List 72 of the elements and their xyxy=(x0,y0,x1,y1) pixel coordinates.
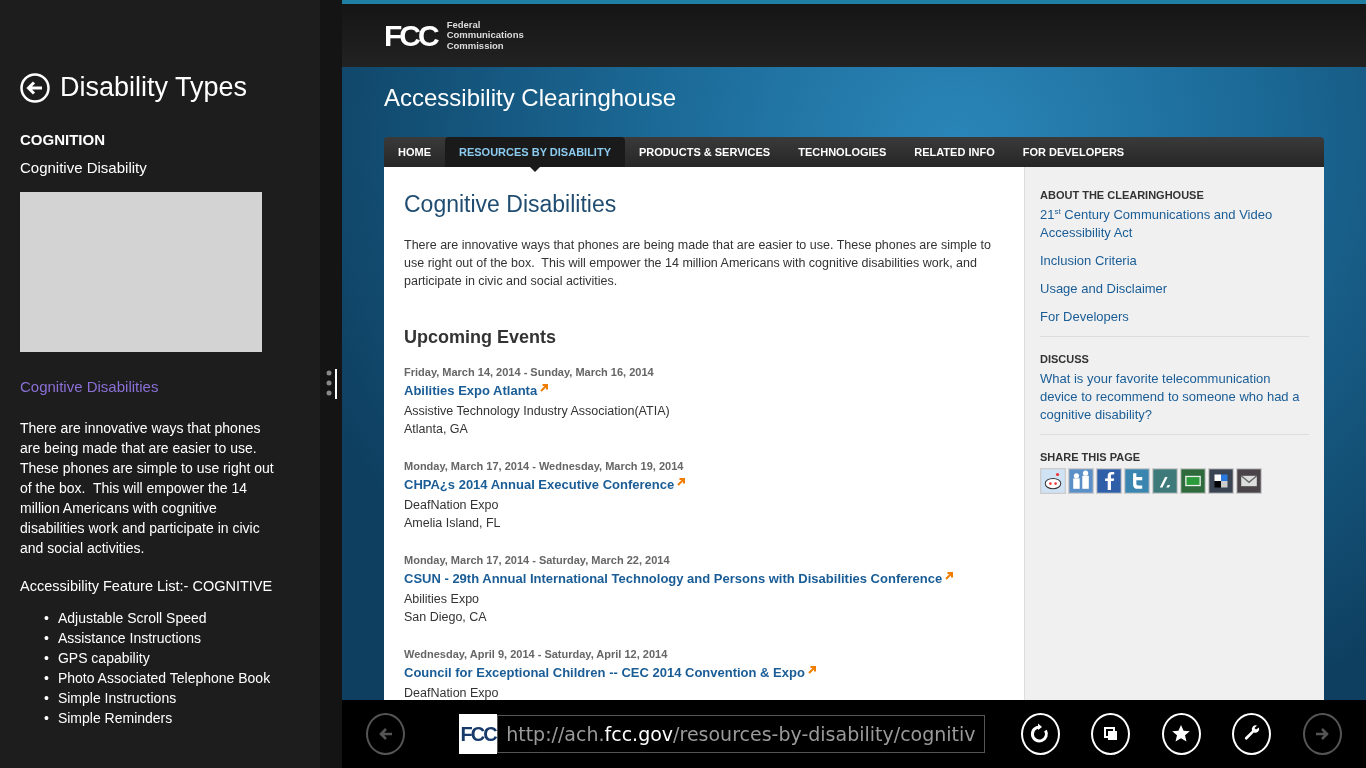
site-logo[interactable]: FCC xyxy=(384,18,437,53)
tools-button[interactable] xyxy=(1232,713,1272,755)
refresh-button[interactable] xyxy=(1020,713,1060,755)
bullet: • xyxy=(44,689,49,708)
event-date: Wednesday, April 9, 2014 - Saturday, April 12, 2014 xyxy=(404,647,669,662)
site-favicon: FCC xyxy=(459,714,498,754)
page-title: Disability Types xyxy=(60,72,248,103)
sidebar-link[interactable]: For Developers xyxy=(1040,308,1309,326)
squares-icon[interactable] xyxy=(1208,468,1234,494)
disability-link[interactable]: Cognitive Disabilities xyxy=(20,378,320,395)
event-link[interactable]: Council for Exceptional Children -- CEC 2014 Convention & Expo xyxy=(404,662,805,684)
feature-item: Photo Associated Telephone Book xyxy=(57,669,271,688)
agency-name: Federal xyxy=(446,19,482,31)
event-location: Amelia Island, FL xyxy=(404,515,502,532)
sidebar-link[interactable]: Inclusion Criteria xyxy=(1040,252,1309,270)
feature-item: Assistance Instructions xyxy=(57,629,202,648)
external-link-icon xyxy=(677,478,686,486)
bullet: • xyxy=(44,629,49,648)
bullet: • xyxy=(44,649,49,668)
feature-item: GPS capability xyxy=(57,649,150,668)
address-field[interactable]: http://ach.fcc.gov/resources-by-disability/cognitiv xyxy=(497,715,985,753)
bullet: • xyxy=(44,709,49,728)
pin-button[interactable] xyxy=(1161,713,1201,755)
feature-item: Simple Reminders xyxy=(57,709,173,728)
facebook-icon[interactable] xyxy=(1096,468,1122,494)
event-location: Atlanta, GA xyxy=(404,421,469,438)
page-heading: Cognitive Disabilities xyxy=(404,191,618,218)
sidebar-link[interactable]: Usage and Disclaimer xyxy=(1040,280,1309,298)
event-date: Monday, March 17, 2014 - Saturday, March 22, 2014 xyxy=(404,553,671,568)
event-organizer: DeafNation Expo xyxy=(404,685,500,700)
agency-name: Communications xyxy=(446,30,524,41)
nav-tab[interactable]: FOR DEVELOPERS xyxy=(1008,137,1139,167)
feature-list-heading: Accessibility Feature List:- COGNITIVE xyxy=(20,578,274,594)
category-heading: COGNITION xyxy=(20,131,106,148)
external-link-icon xyxy=(540,384,549,392)
tab-pointer-icon xyxy=(530,167,540,172)
feature-item: Adjustable Scroll Speed xyxy=(57,609,207,628)
intro-text: There are innovative ways that phones are being made that are easier to use. These phones are simple to use right out of the box. This will empower the 14 million Americans with cognitive disabilities work, and participate in civic and social activities. xyxy=(404,237,992,290)
event-organizer: Assistive Technology Industry Association(ATIA) xyxy=(404,403,671,420)
feature-item: Simple Instructions xyxy=(57,689,177,708)
external-link-icon xyxy=(945,572,954,580)
discussion-link[interactable]: What is your favorite telecommunication device to recommend to someone who had a cognitive disability? xyxy=(1040,370,1309,424)
slash-icon[interactable] xyxy=(1152,468,1178,494)
agency-name: Commission xyxy=(446,40,505,52)
tabs-button[interactable] xyxy=(1091,713,1131,755)
external-link-icon xyxy=(807,666,816,674)
nav-tab[interactable]: TECHNOLOGIES xyxy=(784,137,901,167)
nav-tab[interactable]: PRODUCTS & SERVICES xyxy=(625,137,785,167)
disability-name: Cognitive Disability xyxy=(20,159,148,176)
splitter-grip-icon[interactable] xyxy=(326,369,338,399)
event-link[interactable]: CHPA¿s 2014 Annual Executive Conference xyxy=(404,474,675,496)
event-organizer: Abilities Expo xyxy=(404,591,481,608)
event-date: Monday, March 17, 2014 - Wednesday, March 19, 2014 xyxy=(404,459,685,474)
event-date: Friday, March 14, 2014 - Sunday, March 16, 2014 xyxy=(404,365,655,380)
bullet: • xyxy=(44,669,49,688)
event-location: San Diego, CA xyxy=(404,609,488,626)
description-text: There are innovative ways that phones are being made that are easier to use. These phones are simple to use right out of the box. This will empower the 14 million Americans with cognitive disabilities work and participate in civic and social activities. xyxy=(20,419,275,558)
sidebar-link[interactable]: 21$^{st}$ Century Communications and Video Accessibility Act xyxy=(1040,206,1309,242)
site-title: Accessibility Clearinghouse xyxy=(384,84,677,111)
bullet: • xyxy=(44,609,49,628)
sidebar-heading: SHARE THIS PAGE xyxy=(1040,451,1142,463)
nav-tab[interactable]: RELATED INFO xyxy=(900,137,1009,167)
events-heading: Upcoming Events xyxy=(404,327,558,348)
event-organizer: DeafNation Expo xyxy=(404,497,500,514)
nav-tab[interactable]: HOME xyxy=(384,137,445,167)
twitter-icon[interactable] xyxy=(1124,468,1150,494)
envelope-icon[interactable] xyxy=(1236,468,1262,494)
sidebar-heading: ABOUT THE CLEARINGHOUSE xyxy=(1040,189,1205,201)
event-link[interactable]: CSUN - 29th Annual International Technology and Persons with Disabilities Conference xyxy=(404,568,943,590)
sidebar-heading: DISCUSS xyxy=(1040,353,1090,365)
event-link[interactable]: Abilities Expo Atlanta xyxy=(404,380,538,402)
alien-icon[interactable] xyxy=(1040,468,1066,494)
